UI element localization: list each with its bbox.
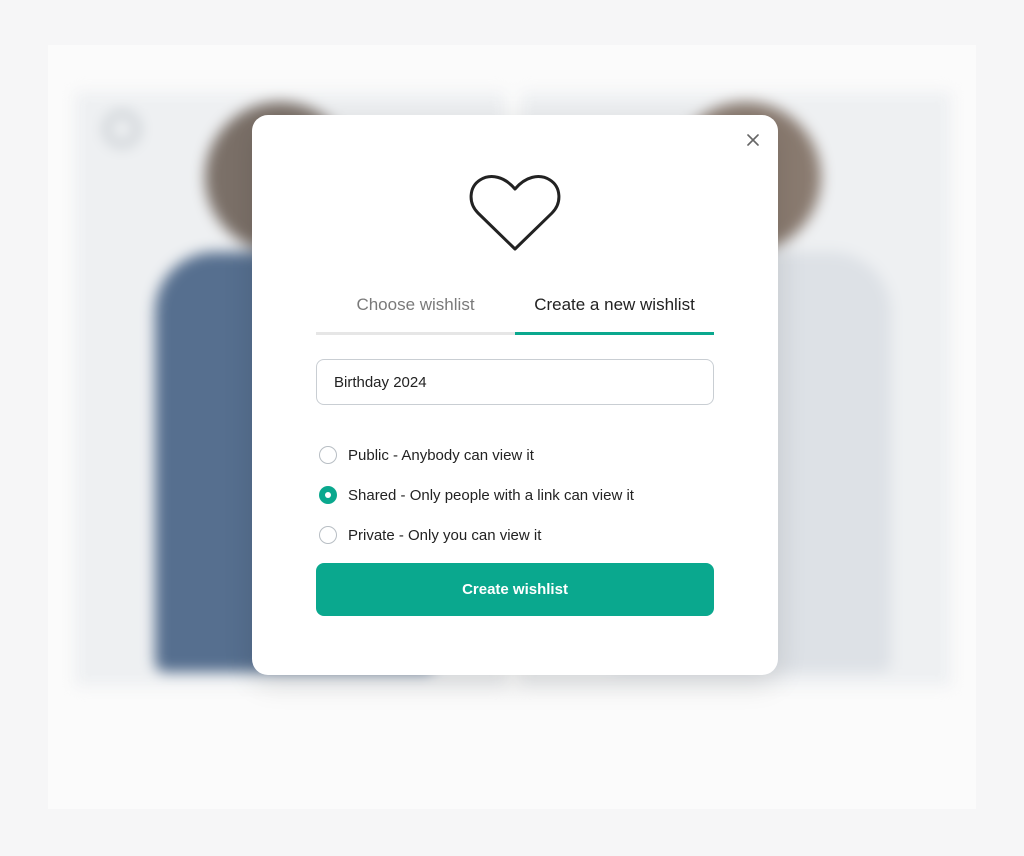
privacy-option-private[interactable]: Private - Only you can view it: [319, 515, 719, 555]
wishlist-modal: Choose wishlist Create a new wishlist Pu…: [252, 115, 778, 675]
heart-icon: [469, 175, 561, 251]
tab-create-new-wishlist[interactable]: Create a new wishlist: [515, 287, 714, 335]
privacy-option-label: Shared - Only people with a link can vie…: [348, 486, 634, 504]
privacy-option-shared[interactable]: Shared - Only people with a link can vie…: [319, 475, 719, 515]
wishlist-name-input[interactable]: [316, 359, 714, 405]
wishlist-tabs: Choose wishlist Create a new wishlist: [316, 287, 714, 335]
privacy-option-label: Public - Anybody can view it: [348, 446, 534, 464]
privacy-option-public[interactable]: Public - Anybody can view it: [319, 435, 719, 475]
wishlist-heart-icon: [105, 112, 139, 146]
close-icon: [747, 134, 759, 146]
close-button[interactable]: [742, 129, 764, 151]
radio-private[interactable]: [319, 526, 337, 544]
radio-shared[interactable]: [319, 486, 337, 504]
privacy-options: Public - Anybody can view it Shared - On…: [319, 435, 719, 555]
tab-choose-wishlist[interactable]: Choose wishlist: [316, 287, 515, 335]
radio-public[interactable]: [319, 446, 337, 464]
create-wishlist-button[interactable]: Create wishlist: [316, 563, 714, 616]
privacy-option-label: Private - Only you can view it: [348, 526, 542, 544]
